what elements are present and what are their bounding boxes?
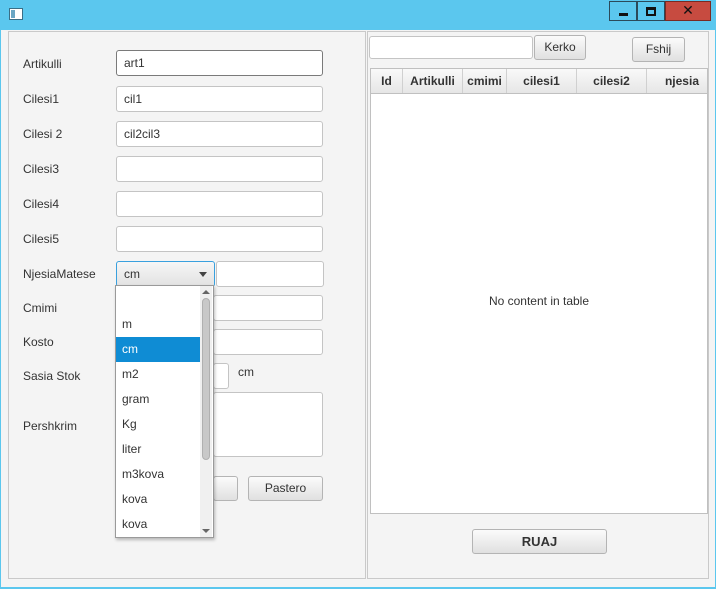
cmimi-input[interactable]	[213, 295, 323, 321]
njesia-combobox[interactable]: cm	[116, 261, 215, 287]
label-artikulli: Artikulli	[23, 57, 62, 71]
dropdown-option[interactable]: Kg	[116, 412, 201, 437]
unit-suffix-label: cm	[238, 365, 254, 379]
cilesi1-input[interactable]: cil1	[116, 86, 323, 112]
fshij-button[interactable]: Fshij	[632, 37, 685, 62]
table-panel: Kerko Fshij Id Artikulli cmimi cilesi1 c…	[367, 31, 709, 579]
kosto-input[interactable]	[213, 329, 323, 355]
maximize-button[interactable]	[637, 1, 665, 21]
label-kosto: Kosto	[23, 335, 54, 349]
maximize-icon	[646, 6, 656, 16]
label-cmimi: Cmimi	[23, 301, 57, 315]
column-header-cmimi[interactable]: cmimi	[463, 69, 507, 93]
pastero-button[interactable]: Pastero	[248, 476, 323, 501]
column-header-cilesi1[interactable]: cilesi1	[507, 69, 577, 93]
artikulli-input[interactable]: art1	[116, 50, 323, 76]
cilesi3-input[interactable]	[116, 156, 323, 182]
column-header-artikulli[interactable]: Artikulli	[403, 69, 463, 93]
empty-table-placeholder: No content in table	[488, 294, 590, 308]
label-sasia: Sasia Stok	[23, 369, 81, 383]
cilesi4-input[interactable]	[116, 191, 323, 217]
chevron-down-icon	[199, 272, 207, 277]
column-header-id[interactable]: Id	[371, 69, 403, 93]
app-icon	[9, 8, 23, 20]
left-action-button[interactable]	[213, 476, 238, 501]
njesia-dropdown-list[interactable]: m cm m2 gram Kg liter m3kova kova kova	[115, 285, 214, 538]
scroll-thumb[interactable]	[202, 298, 210, 460]
dropdown-option[interactable]: kova	[116, 487, 201, 512]
dropdown-option[interactable]	[116, 286, 201, 311]
scroll-down-icon[interactable]	[202, 529, 210, 533]
minimize-button[interactable]	[609, 1, 637, 21]
minimize-icon	[618, 13, 628, 16]
title-bar[interactable]: ✕	[0, 0, 716, 30]
cilesi5-input[interactable]	[116, 226, 323, 252]
close-button[interactable]: ✕	[665, 1, 711, 21]
label-pershkrim: Pershkrim	[23, 419, 78, 433]
ruaj-button[interactable]: RUAJ	[472, 529, 607, 554]
dropdown-option[interactable]: gram	[116, 387, 201, 412]
dropdown-option[interactable]: m3kova	[116, 462, 201, 487]
pershkrim-textarea[interactable]	[213, 392, 323, 457]
client-area: Artikulli art1 Cilesi1 cil1 Cilesi 2 cil…	[1, 30, 715, 587]
label-cilesi2: Cilesi 2	[23, 127, 63, 141]
label-cilesi3: Cilesi3	[23, 162, 60, 176]
dropdown-option[interactable]: m2	[116, 362, 201, 387]
items-table[interactable]: Id Artikulli cmimi cilesi1 cilesi2 njesi…	[370, 68, 708, 514]
close-icon: ✕	[682, 3, 694, 19]
label-cilesi5: Cilesi5	[23, 232, 60, 246]
column-header-njesia[interactable]: njesia	[647, 69, 707, 93]
label-cilesi1: Cilesi1	[23, 92, 60, 106]
dropdown-scrollbar[interactable]	[200, 286, 212, 537]
dropdown-option-selected[interactable]: cm	[116, 337, 201, 362]
label-njesia: NjesiaMatese	[23, 267, 96, 281]
cilesi2-input[interactable]: cil2cil3	[116, 121, 323, 147]
dropdown-option[interactable]: m	[116, 312, 201, 337]
njesia-extra-input[interactable]	[216, 261, 324, 287]
njesia-selected-value: cm	[124, 267, 140, 281]
sasia-input[interactable]	[213, 363, 229, 389]
scroll-up-icon[interactable]	[202, 290, 210, 294]
dropdown-option[interactable]: kova	[116, 512, 201, 537]
kerko-button[interactable]: Kerko	[534, 35, 586, 60]
table-header: Id Artikulli cmimi cilesi1 cilesi2 njesi…	[371, 69, 707, 94]
column-header-cilesi2[interactable]: cilesi2	[577, 69, 647, 93]
dropdown-option[interactable]: liter	[116, 437, 201, 462]
search-input[interactable]	[369, 36, 533, 59]
label-cilesi4: Cilesi4	[23, 197, 60, 211]
